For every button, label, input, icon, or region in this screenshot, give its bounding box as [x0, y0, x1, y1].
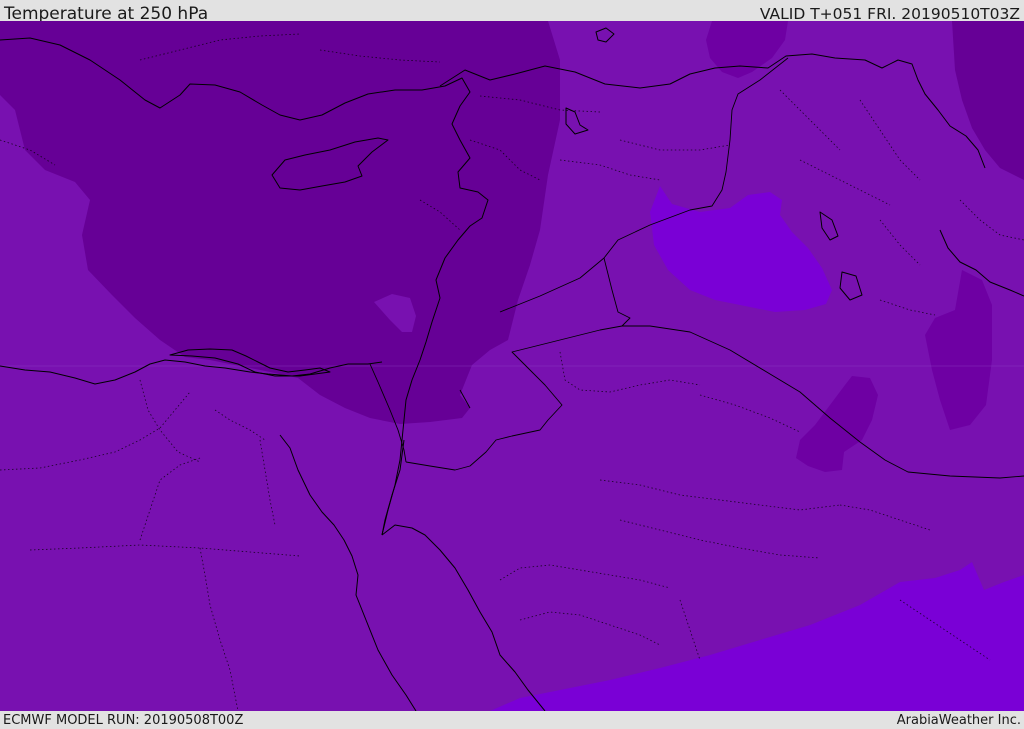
provider-credit: ArabiaWeather Inc.: [896, 713, 1021, 728]
temperature-map: [0, 21, 1024, 711]
footer-bar: ECMWF MODEL RUN: 20190508T00Z ArabiaWeat…: [0, 711, 1024, 729]
model-run-label: ECMWF MODEL RUN: 20190508T00Z: [3, 713, 244, 728]
header-bar: Temperature at 250 hPa VALID T+051 FRI. …: [0, 0, 1024, 24]
